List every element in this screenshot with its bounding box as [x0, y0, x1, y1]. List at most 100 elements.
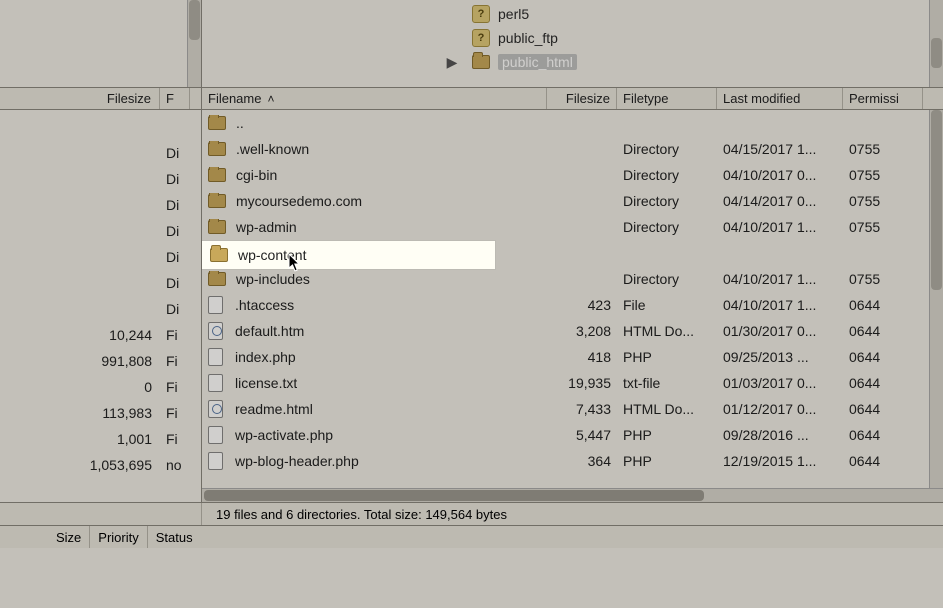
filesize-cell: 5,447: [547, 427, 617, 443]
list-item[interactable]: index.php418PHP09/25/2013 ...0644: [202, 344, 943, 370]
tree-item[interactable]: ▶public_html: [432, 50, 943, 74]
list-item[interactable]: cgi-bin Directory04/10/2017 0...0755: [202, 162, 943, 188]
col-filesize[interactable]: Filesize: [0, 88, 160, 109]
file-icon: [208, 374, 223, 392]
expand-arrow-icon[interactable]: ▶: [432, 54, 472, 71]
filename-cell: readme.html: [202, 400, 547, 418]
highlighted-row-wp-content[interactable]: wp-content: [202, 241, 495, 269]
col-priority[interactable]: Priority: [90, 526, 147, 548]
filetype-cell: txt-file: [617, 375, 717, 391]
file-icon: [208, 348, 223, 366]
col-permissions[interactable]: Permissi: [843, 88, 923, 109]
permissions-cell: 0755: [843, 167, 923, 183]
filetype-cell: Di: [160, 223, 190, 239]
scrollbar-thumb[interactable]: [931, 38, 942, 68]
filename-cell: .htaccess: [202, 296, 547, 314]
filetype-cell: File: [617, 297, 717, 313]
list-item[interactable]: wp-activate.php5,447PHP09/28/2016 ...064…: [202, 422, 943, 448]
html-file-icon: [208, 322, 223, 340]
folder-icon: [208, 272, 226, 286]
folder-icon: [208, 194, 226, 208]
file-name: wp-content: [238, 247, 306, 263]
list-item[interactable]: 0Fi: [0, 374, 201, 400]
modified-cell: 04/10/2017 0...: [717, 167, 843, 183]
list-item[interactable]: 113,983Fi: [0, 400, 201, 426]
list-item[interactable]: 991,808Fi: [0, 348, 201, 374]
filesize-cell: 3,208: [547, 323, 617, 339]
filetype-cell: Directory: [617, 167, 717, 183]
filetype-cell: no: [160, 457, 190, 473]
unknown-folder-icon: [472, 5, 490, 23]
list-item[interactable]: 10,244Fi: [0, 322, 201, 348]
filename-cell: license.txt: [202, 374, 547, 392]
col-size[interactable]: Size: [48, 526, 90, 548]
list-item[interactable]: readme.html7,433HTML Do...01/12/2017 0..…: [202, 396, 943, 422]
filename-cell: wp-activate.php: [202, 426, 547, 444]
list-item[interactable]: Di: [0, 140, 201, 166]
filename-cell: wp-blog-header.php: [202, 452, 547, 470]
filename-cell: ..: [202, 115, 547, 131]
list-item[interactable]: mycoursedemo.comDirectory04/14/2017 0...…: [202, 188, 943, 214]
list-item[interactable]: default.htm3,208HTML Do...01/30/2017 0..…: [202, 318, 943, 344]
filesize-cell: 0: [0, 379, 160, 395]
file-icon: [208, 426, 223, 444]
html-file-icon: [208, 400, 223, 418]
list-item[interactable]: wp-blog-header.php364PHP12/19/2015 1...0…: [202, 448, 943, 474]
list-item[interactable]: Di: [0, 270, 201, 296]
list-item[interactable]: Di: [0, 244, 201, 270]
list-item[interactable]: Di: [0, 166, 201, 192]
list-item[interactable]: Di: [0, 296, 201, 322]
filetype-cell: Di: [160, 197, 190, 213]
scrollbar-thumb[interactable]: [204, 490, 704, 501]
list-item[interactable]: .well-knownDirectory04/15/2017 1...0755: [202, 136, 943, 162]
col-filename[interactable]: Filename: [202, 88, 547, 109]
filename-cell: .well-known: [202, 141, 547, 157]
filesize-cell: 418: [547, 349, 617, 365]
permissions-cell: 0644: [843, 453, 923, 469]
col-filesize[interactable]: Filesize: [547, 88, 617, 109]
tree-item[interactable]: public_ftp: [432, 26, 943, 50]
list-item[interactable]: ..: [202, 110, 943, 136]
list-item[interactable]: wp-includesDirectory04/10/2017 1...0755: [202, 266, 943, 292]
col-filetype[interactable]: F: [160, 88, 190, 109]
list-item[interactable]: Di: [0, 192, 201, 218]
filetype-cell: Fi: [160, 431, 190, 447]
filetype-cell: Fi: [160, 327, 190, 343]
col-modified[interactable]: Last modified: [717, 88, 843, 109]
permissions-cell: 0644: [843, 375, 923, 391]
filesize-cell: 19,935: [547, 375, 617, 391]
col-status[interactable]: Status: [148, 526, 201, 548]
permissions-cell: 0644: [843, 427, 923, 443]
transfer-queue-header: Size Priority Status: [0, 526, 943, 548]
list-item[interactable]: license.txt19,935txt-file01/03/2017 0...…: [202, 370, 943, 396]
tree-item-label: perl5: [498, 6, 529, 22]
list-item[interactable]: 1,001Fi: [0, 426, 201, 452]
filetype-cell: Fi: [160, 405, 190, 421]
list-item[interactable]: Di: [0, 218, 201, 244]
folder-icon: [208, 116, 226, 130]
filename-cell: cgi-bin: [202, 167, 547, 183]
filesize-cell: 1,001: [0, 431, 160, 447]
transfer-queue: [0, 548, 943, 608]
filesize-cell: 7,433: [547, 401, 617, 417]
folder-icon: [208, 220, 226, 234]
filetype-cell: Di: [160, 171, 190, 187]
filename-cell: wp-admin: [202, 219, 547, 235]
horizontal-scrollbar[interactable]: [202, 488, 943, 502]
scrollbar-thumb[interactable]: [189, 0, 200, 40]
filesize-cell: 1,053,695: [0, 457, 160, 473]
tree-item[interactable]: perl5: [432, 2, 943, 26]
unknown-folder-icon: [472, 29, 490, 47]
file-icon: [208, 296, 223, 314]
list-item[interactable]: wp-adminDirectory04/10/2017 1...0755: [202, 214, 943, 240]
filetype-cell: Di: [160, 301, 190, 317]
col-filetype[interactable]: Filetype: [617, 88, 717, 109]
list-item[interactable]: .htaccess423File04/10/2017 1...0644: [202, 292, 943, 318]
modified-cell: 01/12/2017 0...: [717, 401, 843, 417]
status-text: 19 files and 6 directories. Total size: …: [202, 507, 507, 522]
scrollbar-thumb[interactable]: [931, 110, 942, 290]
list-item[interactable]: 1,053,695no: [0, 452, 201, 478]
filetype-cell: Di: [160, 249, 190, 265]
modified-cell: 04/14/2017 0...: [717, 193, 843, 209]
permissions-cell: 0755: [843, 271, 923, 287]
